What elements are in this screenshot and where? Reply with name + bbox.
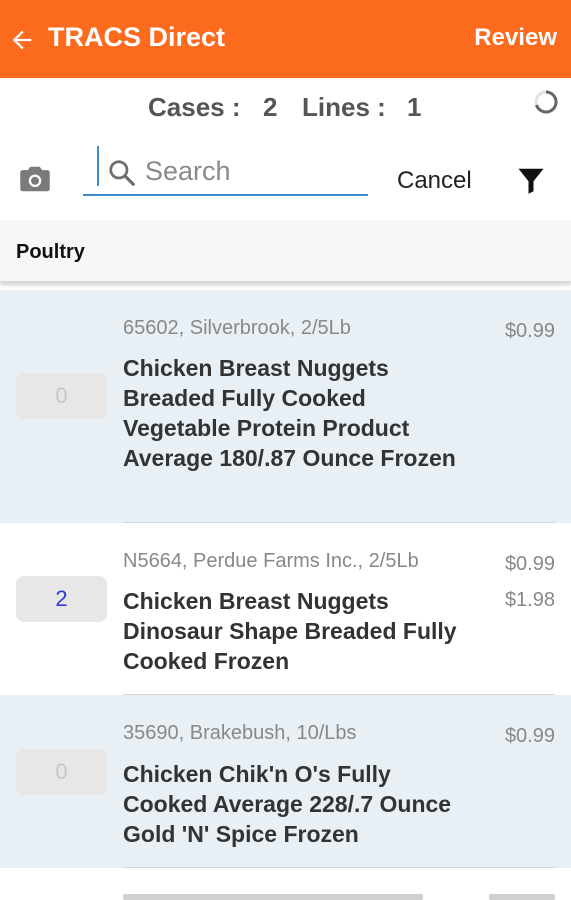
item-description: Chicken Breast Nuggets Breaded Fully Coo… [123,355,456,471]
item-price: $0.99 [504,320,555,342]
list-item[interactable]: 0 65602, Silverbrook, 2/5Lb $0.99 Chicke… [0,290,571,523]
cancel-button[interactable]: Cancel [397,167,472,195]
search-bar-row: Cancel [0,140,571,210]
item-meta: 35690, Brakebush, 10/Lbs [123,722,357,744]
item-meta: 65602, Silverbrook, 2/5Lb [123,317,351,339]
quantity-input[interactable]: 0 [16,749,107,795]
review-button[interactable]: Review [474,24,557,52]
app-bar: TRACS Direct Review [0,0,571,78]
search-input[interactable] [145,154,355,188]
category-header: Poultry [0,220,571,282]
cases-label: Cases : [148,92,241,122]
quantity-input[interactable]: 0 [16,373,107,419]
lines-value: 1 [407,92,422,122]
item-description: Chicken Breast Nuggets Dinosaur Shape Br… [123,588,457,674]
search-icon [109,160,135,186]
item-price: $0.99 [504,725,555,747]
list-item[interactable]: 0 35690, Brakebush, 10/Lbs $0.99 Chicken… [0,695,571,868]
quantity-input[interactable]: 2 [16,576,107,622]
camera-icon[interactable] [18,164,52,194]
item-meta: N5664, Perdue Farms Inc., 2/5Lb [123,550,419,572]
list-item[interactable]: 2 N5664, Perdue Farms Inc., 2/5Lb $0.99 … [0,523,571,695]
filter-icon[interactable] [516,165,546,195]
list-item-partial[interactable] [0,868,571,900]
cases-value: 2 [263,92,278,122]
item-description: Chicken Chik'n O's Fully Cooked Average … [123,761,452,847]
search-divider [97,146,99,186]
category-name: Poultry [16,241,85,263]
order-summary: Cases : 2 Lines : 1 [0,92,571,126]
loading-spinner-icon [534,90,558,114]
search-field[interactable] [83,146,368,196]
lines-label: Lines : [302,92,386,122]
arrow-left-icon[interactable] [8,26,36,54]
item-total: $1.98 [504,589,555,611]
app-title: TRACS Direct [48,22,226,52]
item-meta-cutoff [123,894,423,900]
item-price: $0.99 [504,553,555,575]
item-price-cutoff [489,894,555,900]
